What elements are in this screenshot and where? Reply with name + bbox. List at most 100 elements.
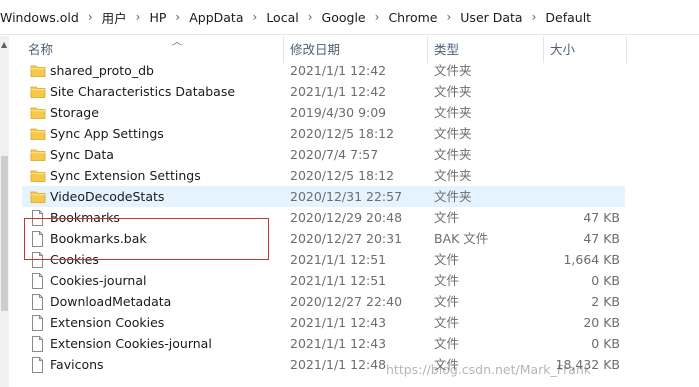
column-header-size[interactable]: 大小 bbox=[544, 37, 627, 63]
file-date: 2021/1/1 12:48 bbox=[290, 357, 387, 372]
file-row[interactable]: Bookmarks.bak 2020/12/27 20:31 BAK 文件 47 KB bbox=[22, 228, 625, 249]
breadcrumb-item[interactable]: Default bbox=[545, 10, 591, 25]
breadcrumb-separator-icon[interactable]: › bbox=[244, 10, 267, 24]
breadcrumb-separator-icon[interactable]: › bbox=[127, 10, 150, 24]
file-size bbox=[544, 61, 620, 81]
breadcrumb-separator-icon[interactable]: › bbox=[437, 10, 460, 24]
file-size: 2 KB bbox=[591, 294, 620, 309]
folder-icon bbox=[30, 126, 46, 141]
file-type: 文件 bbox=[434, 210, 460, 225]
breadcrumb-item[interactable]: AppData bbox=[189, 10, 243, 25]
file-row[interactable]: Sync Extension Settings 2020/12/5 18:12 文件… bbox=[22, 165, 625, 186]
folder-icon bbox=[30, 105, 46, 120]
file-icon bbox=[30, 336, 45, 352]
file-date: 2021/1/1 12:43 bbox=[290, 336, 387, 351]
file-date: 2021/1/1 12:51 bbox=[290, 252, 387, 267]
file-size: 18,432 KB bbox=[555, 357, 620, 372]
file-name: Sync Extension Settings bbox=[50, 168, 201, 183]
file-name: Storage bbox=[50, 105, 99, 120]
file-date: 2020/12/27 22:40 bbox=[290, 294, 403, 309]
file-type: 文件夹 bbox=[434, 84, 472, 99]
file-date: 2019/4/30 9:09 bbox=[290, 105, 387, 120]
file-name: Bookmarks bbox=[50, 210, 120, 225]
breadcrumb-item[interactable]: HP bbox=[149, 10, 166, 25]
folder-icon bbox=[30, 147, 46, 162]
file-row[interactable]: Sync App Settings 2020/12/5 18:12 文件夹 bbox=[22, 123, 625, 144]
sort-ascending-icon: ︿ bbox=[172, 37, 182, 48]
file-size: 20 KB bbox=[583, 315, 620, 330]
file-row[interactable]: Cookies-journal 2021/1/1 12:51 文件 0 KB bbox=[22, 270, 625, 291]
breadcrumb-item[interactable]: Google bbox=[322, 10, 366, 25]
file-date: 2020/12/5 18:12 bbox=[290, 168, 395, 183]
nav-pane-scrollbar[interactable]: ▲ bbox=[0, 36, 9, 387]
file-name: Favicons bbox=[50, 357, 104, 372]
breadcrumb-separator-icon[interactable]: › bbox=[523, 10, 546, 24]
scrollbar-thumb[interactable] bbox=[1, 156, 8, 311]
breadcrumb-item[interactable]: User Data bbox=[460, 10, 522, 25]
file-type: 文件 bbox=[434, 336, 460, 351]
file-type: 文件夹 bbox=[434, 168, 472, 183]
column-header-date[interactable]: 修改日期 bbox=[284, 37, 428, 63]
file-row[interactable]: VideoDecodeStats 2020/12/31 22:57 文件夹 bbox=[22, 186, 625, 207]
file-type: BAK 文件 bbox=[434, 231, 489, 246]
breadcrumb-item[interactable]: Windows.old bbox=[0, 10, 79, 25]
file-row[interactable]: Bookmarks 2020/12/29 20:48 文件 47 KB bbox=[22, 207, 625, 228]
file-type: 文件 bbox=[434, 357, 460, 372]
file-type: 文件 bbox=[434, 252, 460, 267]
folder-icon bbox=[30, 63, 46, 78]
file-row[interactable]: shared_proto_db 2021/1/1 12:42 文件夹 bbox=[22, 61, 625, 81]
folder-icon bbox=[30, 168, 46, 183]
breadcrumb-item[interactable]: 用户 bbox=[102, 8, 127, 27]
column-type-label: 类型 bbox=[434, 42, 460, 57]
file-size bbox=[544, 123, 620, 144]
breadcrumb-item[interactable]: Local bbox=[266, 10, 298, 25]
file-icon bbox=[30, 315, 45, 331]
file-row[interactable]: DownloadMetadata 2020/12/27 22:40 文件 2 KB bbox=[22, 291, 625, 312]
column-date-label: 修改日期 bbox=[290, 42, 341, 57]
column-header: 名称 ︿ 修改日期 类型 大小 bbox=[22, 37, 627, 63]
file-row[interactable]: Extension Cookies 2021/1/1 12:43 文件 20 KB bbox=[22, 312, 625, 333]
file-name: Extension Cookies-journal bbox=[50, 336, 212, 351]
file-row[interactable]: Storage 2019/4/30 9:09 文件夹 bbox=[22, 102, 625, 123]
file-date: 2020/7/4 7:57 bbox=[290, 147, 379, 162]
file-size: 47 KB bbox=[583, 231, 620, 246]
file-name: Cookies-journal bbox=[50, 273, 147, 288]
scroll-up-arrow-icon[interactable]: ▲ bbox=[1, 40, 7, 49]
file-list: Sessions2021/1/1 12:42文件夹shared_proto_db… bbox=[22, 61, 627, 387]
file-row[interactable]: Favicons 2021/1/1 12:48 文件 18,432 KB bbox=[22, 354, 625, 375]
file-icon bbox=[30, 231, 45, 247]
breadcrumb-separator-icon[interactable]: › bbox=[299, 10, 322, 24]
file-date: 2021/1/1 12:51 bbox=[290, 273, 387, 288]
file-size bbox=[544, 102, 620, 123]
file-size bbox=[544, 165, 620, 186]
file-type: 文件夹 bbox=[434, 189, 472, 204]
folder-icon bbox=[30, 84, 46, 99]
column-size-label: 大小 bbox=[550, 42, 576, 57]
file-date: 2020/12/31 22:57 bbox=[290, 189, 403, 204]
file-date: 2020/12/27 20:31 bbox=[290, 231, 403, 246]
file-date: 2021/1/1 12:42 bbox=[290, 84, 387, 99]
file-size bbox=[544, 144, 620, 165]
file-name: Extension Cookies bbox=[50, 315, 165, 330]
breadcrumb-separator-icon[interactable]: › bbox=[79, 10, 102, 24]
file-row[interactable]: Site Characteristics Database 2021/1/1 12… bbox=[22, 81, 625, 102]
file-row[interactable]: Extension Cookies-journal 2021/1/1 12:43 文… bbox=[22, 333, 625, 354]
breadcrumb-separator-icon[interactable]: › bbox=[366, 10, 389, 24]
file-icon bbox=[30, 210, 45, 226]
file-size bbox=[544, 186, 620, 207]
file-row[interactable]: Sync Data 2020/7/4 7:57 文件夹 bbox=[22, 144, 625, 165]
breadcrumb-separator-icon[interactable]: › bbox=[166, 10, 189, 24]
file-date: 2020/12/29 20:48 bbox=[290, 210, 403, 225]
file-type: 文件夹 bbox=[434, 105, 472, 120]
file-size bbox=[544, 81, 620, 102]
file-type: 文件夹 bbox=[434, 126, 472, 141]
breadcrumb-item[interactable]: Chrome bbox=[388, 10, 437, 25]
column-header-name[interactable]: 名称 bbox=[22, 37, 284, 63]
file-size: 0 KB bbox=[591, 273, 620, 288]
file-type: 文件夹 bbox=[434, 63, 472, 78]
file-size: 1,664 KB bbox=[563, 252, 620, 267]
column-header-type[interactable]: 类型 bbox=[428, 37, 544, 63]
file-row[interactable]: Cookies 2021/1/1 12:51 文件 1,664 KB bbox=[22, 249, 625, 270]
file-name: shared_proto_db bbox=[50, 63, 154, 78]
file-icon bbox=[30, 252, 45, 268]
